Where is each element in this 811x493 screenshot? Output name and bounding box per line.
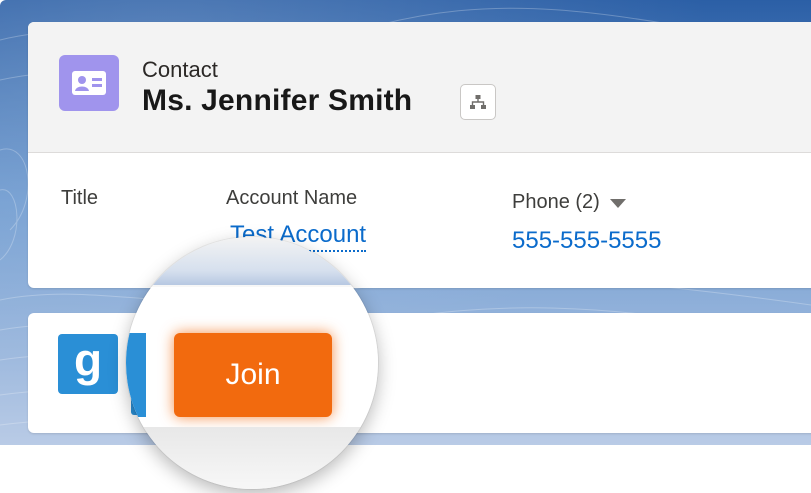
dropdown-caret-icon[interactable] bbox=[609, 199, 626, 208]
view-hierarchy-button[interactable] bbox=[460, 84, 496, 120]
magnifier-callout: Join bbox=[126, 237, 378, 489]
object-type-label: Contact bbox=[142, 57, 218, 82]
g-app-icon[interactable]: g bbox=[58, 334, 118, 394]
phone-label-text: Phone (2) bbox=[512, 191, 600, 213]
magnified-blue-tile bbox=[126, 333, 146, 417]
magnified-card-edge bbox=[126, 427, 378, 489]
account-name-field-label: Account Name bbox=[226, 187, 358, 209]
record-title: Ms. Jennifer Smith bbox=[142, 84, 413, 117]
record-header: Contact Ms. Jennifer Smith bbox=[28, 22, 811, 153]
contact-card-icon bbox=[59, 55, 119, 111]
hierarchy-icon bbox=[470, 95, 486, 109]
app-icon-letter: g bbox=[73, 334, 103, 386]
join-button[interactable]: Join bbox=[174, 333, 332, 417]
phone-field-label[interactable]: Phone (2) bbox=[512, 191, 626, 214]
magnified-background bbox=[126, 237, 378, 285]
title-field-label: Title bbox=[61, 187, 99, 209]
phone-number-link[interactable]: 555-555-5555 bbox=[512, 227, 661, 255]
